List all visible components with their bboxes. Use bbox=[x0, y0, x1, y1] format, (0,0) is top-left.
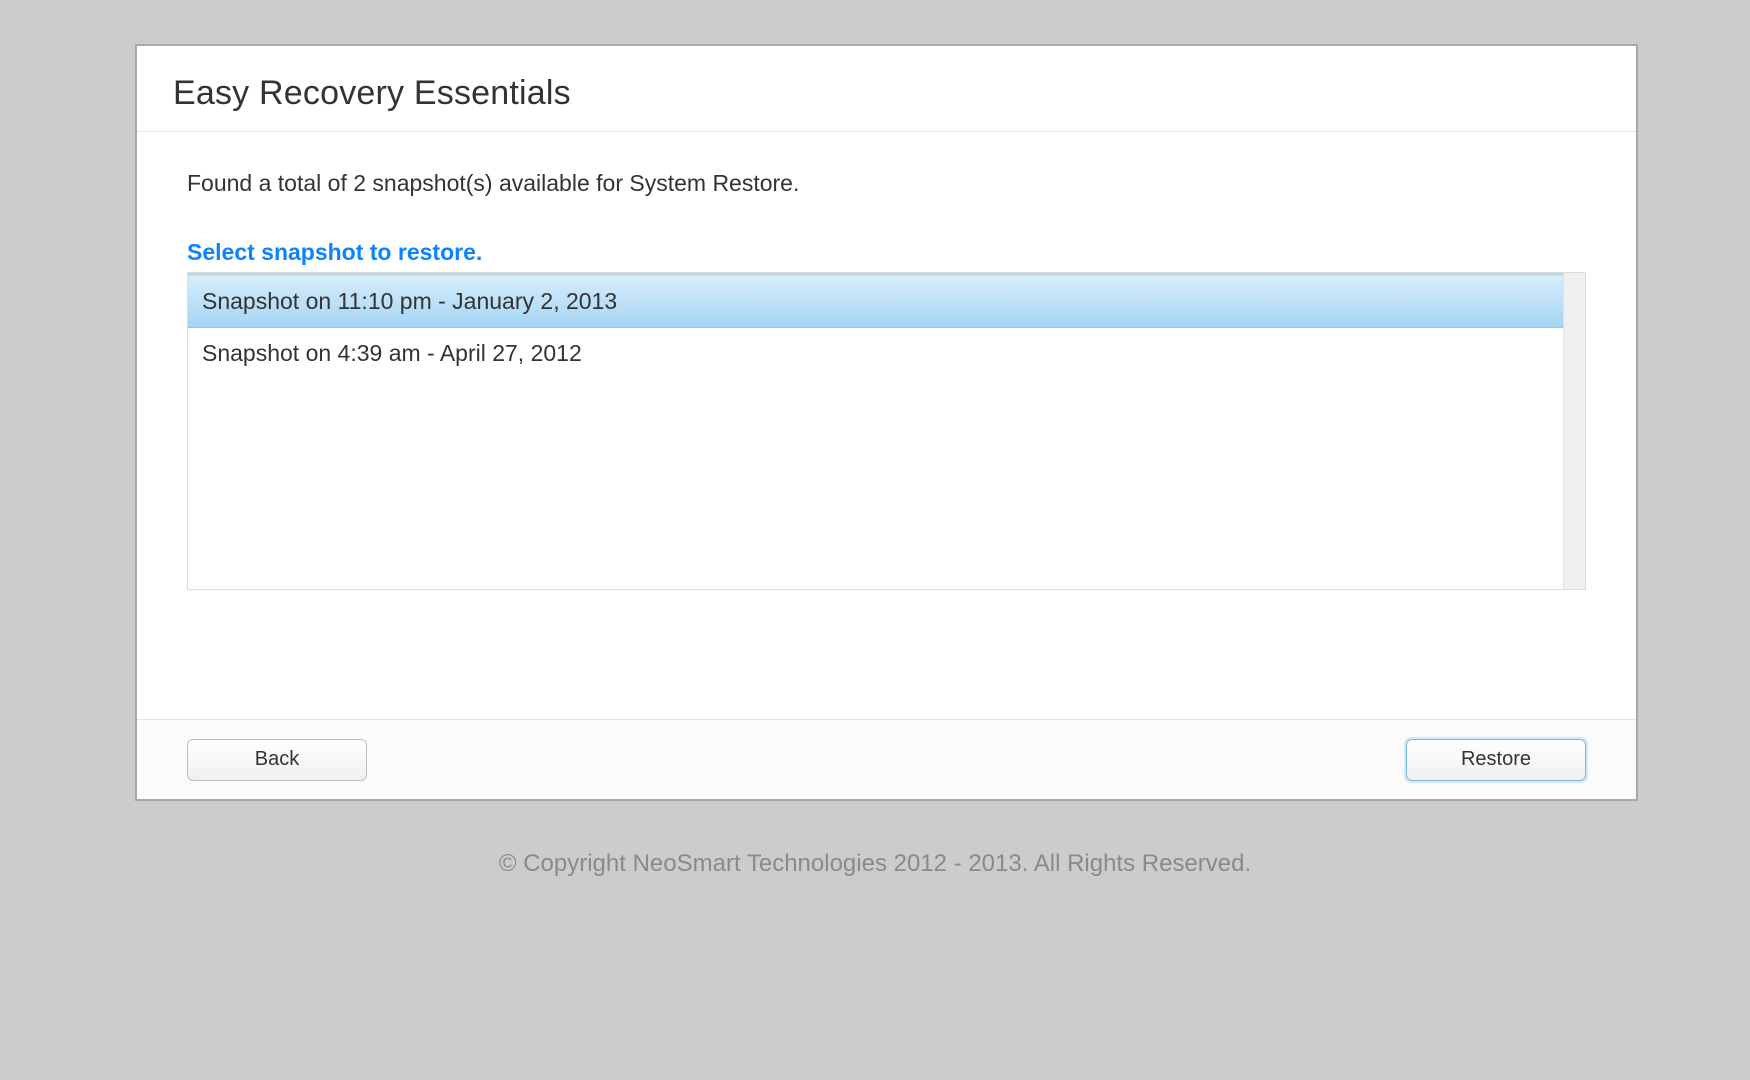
back-button[interactable]: Back bbox=[187, 739, 367, 781]
snapshot-list-items: Snapshot on 11:10 pm - January 2, 2013 S… bbox=[188, 273, 1563, 589]
app-title: Easy Recovery Essentials bbox=[173, 74, 1600, 113]
app-window: Easy Recovery Essentials Found a total o… bbox=[135, 44, 1638, 801]
restore-button[interactable]: Restore bbox=[1406, 739, 1586, 781]
copyright-text: © Copyright NeoSmart Technologies 2012 -… bbox=[0, 850, 1750, 878]
snapshot-item[interactable]: Snapshot on 11:10 pm - January 2, 2013 bbox=[188, 275, 1563, 328]
content-area: Found a total of 2 snapshot(s) available… bbox=[137, 132, 1636, 719]
footer: Back Restore bbox=[137, 719, 1636, 799]
header: Easy Recovery Essentials bbox=[137, 46, 1636, 132]
prompt-text: Select snapshot to restore. bbox=[187, 239, 1586, 266]
snapshot-list: Snapshot on 11:10 pm - January 2, 2013 S… bbox=[187, 272, 1586, 590]
scrollbar[interactable] bbox=[1563, 273, 1585, 589]
snapshot-item[interactable]: Snapshot on 4:39 am - April 27, 2012 bbox=[188, 328, 1563, 380]
status-text: Found a total of 2 snapshot(s) available… bbox=[187, 170, 1586, 197]
